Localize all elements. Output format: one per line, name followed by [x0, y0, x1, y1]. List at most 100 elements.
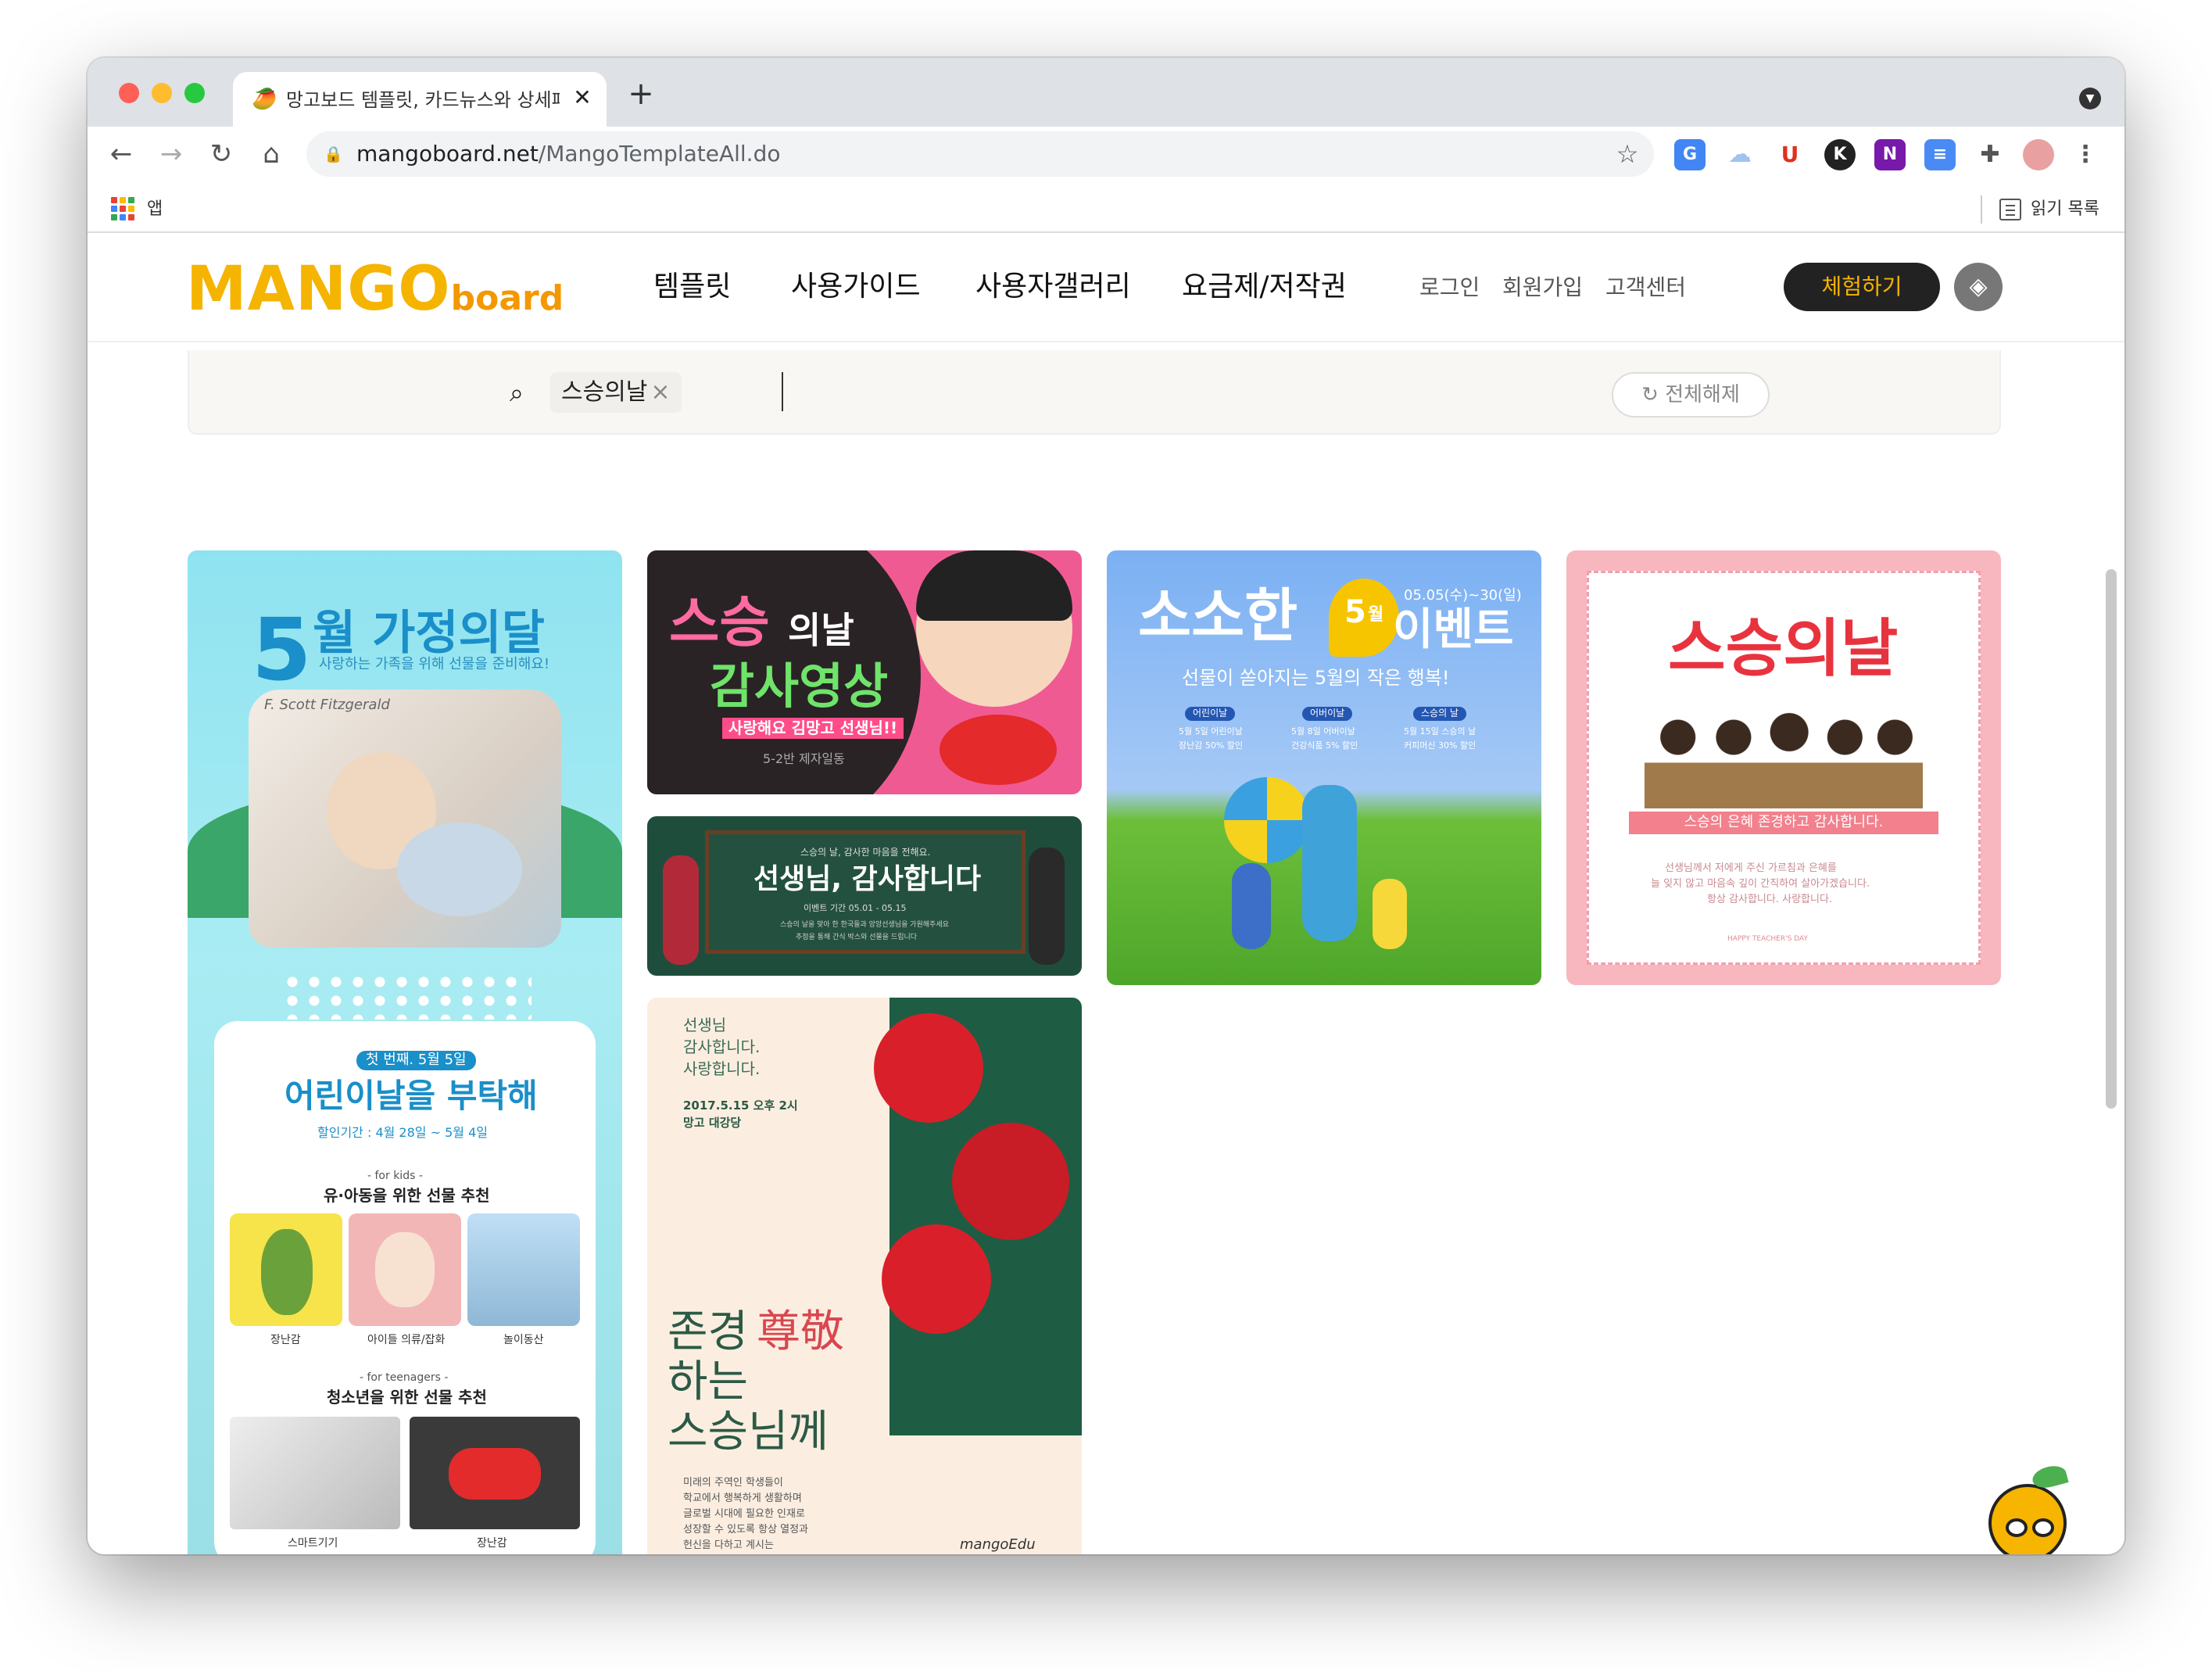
- template-card-thanks-video[interactable]: 스승 의날 감사영상 사랑해요 김망고 선생님!! 5-2반 제자일동: [647, 550, 1082, 794]
- mangoboard-logo[interactable]: MANGOboard: [186, 258, 564, 321]
- event-line-3b: 커피머신 30% 할인: [1404, 740, 1476, 751]
- forward-arrow-icon[interactable]: →: [153, 136, 189, 172]
- event-line-1a: 5월 5일 어린이날: [1179, 726, 1243, 736]
- mascot-leaf-icon: [2030, 1462, 2069, 1492]
- kids-item-clothes: 아이들 의류/잡화: [367, 1334, 446, 1346]
- kids-tag: - for kids -: [367, 1170, 423, 1182]
- try-button[interactable]: 체험하기: [1784, 263, 1940, 311]
- cloud-icon[interactable]: ☁: [1724, 139, 1756, 170]
- page-scrollbar[interactable]: [2106, 569, 2117, 1109]
- search-chip[interactable]: 스승의날 ×: [550, 372, 682, 413]
- close-window-button[interactable]: [119, 83, 139, 103]
- mango-mascot-chat-button[interactable]: [1988, 1462, 2069, 1554]
- respect-top-1: 선생님: [683, 1016, 727, 1034]
- gamepad-shape: [449, 1448, 541, 1500]
- respect-top-2: 감사합니다.: [683, 1037, 761, 1056]
- cartoon-boy-face: [916, 550, 1072, 707]
- family-photo: F. Scott Fitzgerald: [249, 690, 561, 948]
- new-tab-button[interactable]: +: [625, 78, 657, 111]
- onenote-icon[interactable]: N: [1874, 139, 1906, 170]
- carnation-3: [882, 1224, 991, 1334]
- nav-pricing[interactable]: 요금제/저작권: [1182, 267, 1347, 306]
- reading-list-icon[interactable]: [1999, 199, 2021, 220]
- bookmarks-divider: [1981, 195, 1982, 224]
- event-tag-2: 어버이날: [1302, 707, 1353, 721]
- respect-body-4: 성장할 수 있도록 항상 열정과: [683, 1524, 809, 1536]
- support-link[interactable]: 고객센터: [1605, 274, 1686, 302]
- search-input[interactable]: [782, 372, 783, 411]
- student-figure-left: [663, 855, 699, 965]
- boy-figure: [1232, 863, 1271, 949]
- login-link[interactable]: 로그인: [1419, 274, 1480, 302]
- google-translate-icon[interactable]: G: [1674, 139, 1706, 170]
- puzzle-icon[interactable]: ✚: [1974, 139, 2006, 170]
- reading-list-label[interactable]: 읽기 목록: [2031, 197, 2099, 222]
- template-card-family-month[interactable]: 5 월 가정의달 사랑하는 가족을 위해 선물을 준비해요! F. Scott …: [188, 550, 622, 1554]
- panel-badge: 첫 번째. 5월 5일: [356, 1051, 476, 1070]
- tab-title: 망고보드 템플릿, 카드뉴스와 상세페이: [286, 89, 560, 111]
- photo-signature: F. Scott Fitzgerald: [264, 697, 390, 713]
- docs-icon[interactable]: ≡: [1924, 139, 1956, 170]
- address-bar[interactable]: 🔒 mangoboard.net/MangoTemplateAll.do ☆: [306, 131, 1654, 177]
- kids-panel: 첫 번째. 5월 5일 어린이날을 부탁해 할인기간 : 4월 28일 ~ 5월…: [214, 1021, 596, 1554]
- students-illustration: [1645, 707, 1923, 808]
- signup-link[interactable]: 회원가입: [1502, 274, 1583, 302]
- template-card-teachers-day[interactable]: 스승의날 스승의 은혜 존경하고 감사합니다. 선생님께서 저에게 주신 가르침…: [1566, 550, 2001, 985]
- zoom-window-button[interactable]: [184, 83, 205, 103]
- tab-close-icon[interactable]: ✕: [569, 84, 596, 111]
- more-menu-icon[interactable]: ⋮: [2070, 139, 2101, 170]
- panel-heading: 어린이날을 부탁해: [285, 1077, 538, 1115]
- panel-period: 할인기간 : 4월 28일 ~ 5월 4일: [317, 1125, 488, 1140]
- thanks-from: 5-2반 제자일동: [763, 751, 845, 766]
- template-card-small-event[interactable]: 소소한 5 월 05.05(수)~30(일) 이벤트 선물이 쏟아지는 5월의 …: [1107, 550, 1541, 985]
- event-line-3a: 5월 15일 스승의 날: [1404, 726, 1476, 736]
- respect-body-5: 헌신을 다하고 계시는: [683, 1539, 774, 1551]
- teen-item-smart: 스마트기기: [288, 1537, 338, 1550]
- card-title-number: 5: [252, 600, 312, 700]
- event-line-2a: 5월 8일 어버이날: [1291, 726, 1355, 736]
- thanks-title-c: 감사영상: [710, 658, 889, 715]
- event-line-1b: 장난감 50% 할인: [1179, 740, 1244, 751]
- chip-remove-icon[interactable]: ×: [650, 378, 670, 406]
- carnation-1: [874, 1013, 983, 1123]
- teen-item-toys: 장난감: [477, 1537, 507, 1550]
- event-tag-1: 어린이날: [1185, 707, 1236, 721]
- teachers-day-p3: 항상 감사합니다. 사랑합니다.: [1707, 894, 1833, 905]
- cartoon-boy-hair: [916, 550, 1072, 621]
- teen-heading: 청소년을 위한 선물 추천: [327, 1388, 487, 1407]
- ublock-icon[interactable]: U: [1774, 139, 1806, 170]
- nav-templates[interactable]: 템플릿: [653, 267, 731, 306]
- home-icon[interactable]: ⌂: [253, 136, 289, 172]
- respect-body-3: 글로벌 시대에 필요한 인재로: [683, 1508, 805, 1520]
- kids-item-toys: 장난감: [270, 1334, 301, 1346]
- tab-mangoboard[interactable]: 🥭 망고보드 템플릿, 카드뉴스와 상세페이 ✕: [233, 72, 607, 127]
- k-extension-icon[interactable]: K: [1824, 139, 1856, 170]
- bookmark-star-icon[interactable]: ☆: [1613, 139, 1641, 169]
- template-card-teacher-board[interactable]: 스승의 날, 감사한 마음을 전해요. 선생님, 감사합니다 이벤트 기간 05…: [647, 816, 1082, 976]
- gamepad-photo: [410, 1417, 580, 1529]
- child-figure: [1373, 879, 1407, 949]
- nav-user-gallery[interactable]: 사용자갤러리: [975, 267, 1131, 306]
- mango-favicon-icon: 🥭: [252, 88, 277, 111]
- flowers-decoration: [281, 973, 532, 1020]
- reset-all-button[interactable]: ↻ 전체해제: [1612, 372, 1770, 418]
- girl-figure: [1302, 785, 1357, 941]
- profile-avatar[interactable]: [2023, 139, 2054, 170]
- pinwheel-icon: [1224, 777, 1310, 863]
- back-arrow-icon[interactable]: ←: [103, 136, 139, 172]
- tab-search-icon[interactable]: ▼: [2079, 88, 2101, 109]
- reload-icon[interactable]: ↻: [203, 136, 239, 172]
- toy-photo: [230, 1213, 342, 1326]
- thanks-title-b: 의날: [788, 609, 854, 651]
- apps-grid-icon[interactable]: [111, 197, 134, 220]
- search-icon[interactable]: ⌕: [510, 378, 538, 407]
- respect-big-1-hanja: 尊敬: [757, 1306, 844, 1357]
- minimize-window-button[interactable]: [152, 83, 172, 103]
- template-card-respect[interactable]: 선생님 감사합니다. 사랑합니다. 2017.5.15 오후 2시 망고 대강당…: [647, 998, 1082, 1554]
- nav-user-guide[interactable]: 사용가이드: [791, 267, 921, 306]
- paint-bucket-icon[interactable]: ◈: [1954, 263, 2003, 311]
- baby-figure: [375, 1232, 435, 1307]
- bookmark-apps[interactable]: 앱: [147, 197, 163, 222]
- lock-icon: 🔒: [324, 145, 343, 163]
- web-page: MANGOboard 템플릿 사용가이드 사용자갤러리 요금제/저작권 로그인 …: [88, 233, 2124, 1554]
